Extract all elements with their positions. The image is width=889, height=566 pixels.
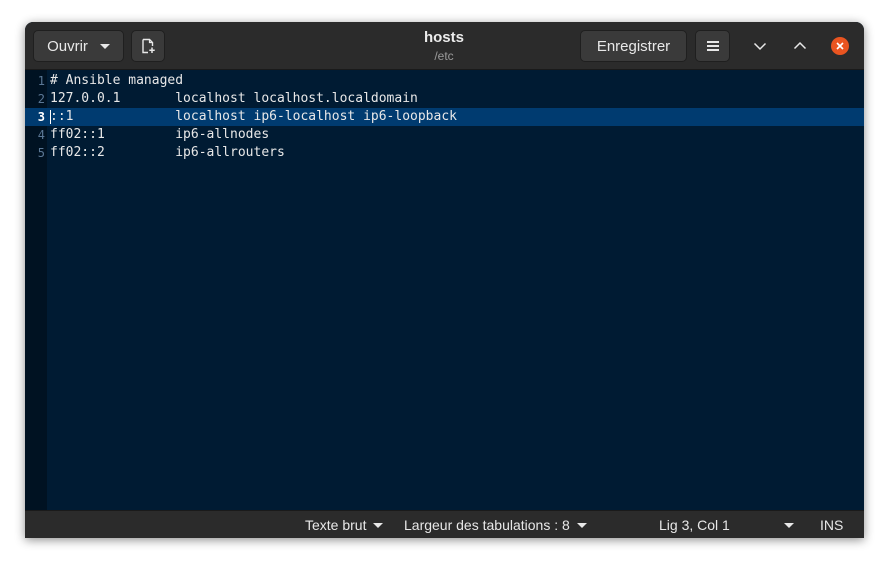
language-label: Texte brut xyxy=(305,517,367,533)
tab-width-selector[interactable]: Largeur des tabulations : 8 xyxy=(404,511,587,538)
chevron-down-icon xyxy=(99,43,110,49)
open-button-label: Ouvrir xyxy=(47,37,88,55)
editor-line[interactable]: 2 127.0.0.1 localhost localhost.localdoma… xyxy=(25,90,864,108)
tab-width-label: Largeur des tabulations : 8 xyxy=(404,517,570,533)
hamburger-menu-icon xyxy=(706,41,719,51)
title-area: hosts /etc xyxy=(355,29,533,64)
maximize-icon xyxy=(793,41,807,50)
new-document-button[interactable] xyxy=(131,30,165,62)
text-editor[interactable]: 1 # Ansible managed 2 127.0.0.1 localhost l… xyxy=(25,70,864,510)
maximize-button[interactable] xyxy=(788,34,812,58)
line-text: ::1 localhost ip6-localhost ip6-loopback xyxy=(50,109,457,124)
line-number: 1 xyxy=(37,74,45,88)
close-icon xyxy=(831,37,849,55)
line-text: 127.0.0.1 localhost localhost.localdomai… xyxy=(50,91,418,106)
line-text: ff02::1 ip6-allnodes xyxy=(50,127,270,142)
line-text: ff02::2 ip6-allrouters xyxy=(50,145,285,160)
main-menu-button[interactable] xyxy=(695,30,730,62)
window-subtitle: /etc xyxy=(434,49,454,63)
editor-line[interactable]: 1 # Ansible managed xyxy=(25,72,864,90)
line-number: 5 xyxy=(37,146,45,160)
cursor-position[interactable]: Lig 3, Col 1 xyxy=(659,511,730,538)
line-number: 3 xyxy=(37,110,45,124)
minimize-button[interactable] xyxy=(748,34,772,58)
language-selector[interactable]: Texte brut xyxy=(305,511,384,538)
chevron-down-icon xyxy=(373,522,384,528)
chevron-down-icon xyxy=(784,522,794,528)
editor-line[interactable]: 4 ff02::1 ip6-allnodes xyxy=(25,126,864,144)
cursor-position-label: Lig 3, Col 1 xyxy=(659,517,730,533)
close-button[interactable] xyxy=(828,34,852,58)
line-text: # Ansible managed xyxy=(50,73,184,88)
editor-window: Ouvrir hosts /etc Enregistrer 1 # Ansibl… xyxy=(25,22,864,538)
editor-line[interactable]: 5 ff02::2 ip6-allrouters xyxy=(25,144,864,162)
insert-mode-indicator[interactable]: INS xyxy=(820,511,843,538)
text-cursor xyxy=(50,110,51,124)
new-document-icon xyxy=(142,38,155,54)
save-button[interactable]: Enregistrer xyxy=(580,30,687,62)
window-title: hosts xyxy=(423,29,464,46)
header-bar: Ouvrir hosts /etc Enregistrer xyxy=(25,22,864,70)
minimize-icon xyxy=(753,42,767,51)
status-bar: Texte brut Largeur des tabulations : 8 L… xyxy=(25,510,864,538)
editor-line[interactable]: 3::1 localhost ip6-localhost ip6-loopbac… xyxy=(25,108,864,126)
line-number: 4 xyxy=(37,128,45,142)
cursor-position-dropdown[interactable] xyxy=(777,511,794,538)
chevron-down-icon xyxy=(576,522,587,528)
line-number: 2 xyxy=(37,92,45,106)
open-button[interactable]: Ouvrir xyxy=(33,30,124,62)
